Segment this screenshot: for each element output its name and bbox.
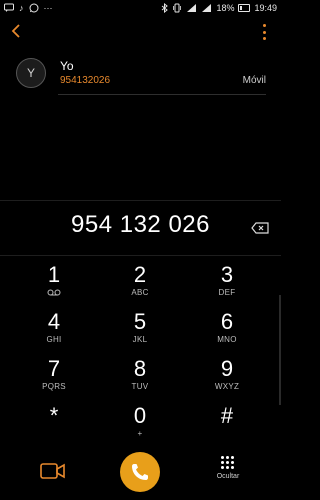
phone-icon	[132, 464, 148, 480]
key-digit: *	[49, 403, 59, 428]
key-digit: 6	[220, 309, 234, 334]
battery-percent: 18%	[216, 3, 235, 13]
key-letters: GHI	[46, 335, 62, 344]
key-1[interactable]: 1	[24, 262, 84, 306]
key-letters: MNO	[217, 335, 237, 344]
key-digit: 3	[220, 262, 234, 287]
contact-name: Yo	[60, 59, 74, 73]
key-letters: PQRS	[42, 382, 66, 391]
video-camera-icon	[40, 463, 65, 479]
more-vert-icon	[262, 24, 266, 27]
scrollbar[interactable]	[279, 295, 281, 405]
voicemail-icon	[24, 288, 84, 298]
key-digit: #	[220, 403, 234, 428]
whatsapp-icon	[29, 3, 38, 13]
key-3[interactable]: 3 DEF	[197, 262, 257, 306]
divider	[58, 94, 266, 95]
number-display: 954 132 026	[0, 200, 281, 256]
key-letters: ABC	[131, 288, 149, 297]
more-options-button[interactable]	[261, 24, 267, 40]
key-star[interactable]: *	[24, 403, 84, 447]
key-digit: 5	[133, 309, 147, 334]
key-digit: 2	[133, 262, 147, 287]
key-letters: WXYZ	[214, 382, 240, 391]
backspace-icon	[251, 222, 269, 234]
hide-keypad-button[interactable]: Ocultar	[208, 456, 248, 490]
backspace-button[interactable]	[251, 221, 269, 234]
status-right-icons: 18% 19:49	[161, 1, 277, 15]
contact-suggestion[interactable]: Y Yo 954132026 Móvil	[0, 58, 281, 98]
key-digit: 8	[133, 356, 147, 381]
chevron-left-icon	[11, 24, 20, 38]
more-notifications-icon: ···	[43, 3, 53, 13]
back-button[interactable]	[10, 22, 30, 44]
key-digit: 0	[133, 403, 147, 428]
avatar: Y	[16, 58, 46, 88]
key-digit: 4	[47, 309, 61, 334]
wifi-signal-icon	[187, 4, 197, 12]
status-bar: ♪ ··· 18% 19:49	[0, 0, 281, 16]
dialed-number[interactable]: 954 132 026	[0, 211, 281, 239]
battery-icon	[238, 4, 251, 12]
key-6[interactable]: 6 MNO	[197, 309, 257, 353]
key-2[interactable]: 2 ABC	[110, 262, 170, 306]
dialpad-icon	[221, 456, 235, 470]
key-letters: +	[137, 429, 143, 438]
key-letters: TUV	[131, 382, 149, 391]
music-note-icon: ♪	[19, 3, 24, 13]
contact-number: 954132026	[60, 75, 111, 86]
vibrate-icon	[173, 3, 182, 13]
key-letters: DEF	[218, 288, 236, 297]
bluetooth-icon	[162, 3, 169, 13]
key-0[interactable]: 0 +	[110, 403, 170, 447]
key-9[interactable]: 9 WXYZ	[197, 356, 257, 400]
dialer-header	[0, 20, 281, 48]
hide-keypad-label: Ocultar	[216, 473, 240, 480]
dialer-bottom-bar: Ocultar	[0, 450, 281, 494]
status-left-icons: ♪ ···	[4, 1, 53, 15]
clock: 19:49	[254, 3, 277, 13]
key-8[interactable]: 8 TUV	[110, 356, 170, 400]
call-button[interactable]	[120, 452, 160, 492]
cell-signal-icon	[202, 4, 212, 12]
key-digit: 7	[47, 356, 61, 381]
contact-number-type: Móvil	[242, 75, 266, 86]
key-letters: JKL	[132, 335, 148, 344]
key-4[interactable]: 4 GHI	[24, 309, 84, 353]
key-hash[interactable]: #	[197, 403, 257, 447]
key-digit: 9	[220, 356, 234, 381]
key-5[interactable]: 5 JKL	[110, 309, 170, 353]
key-7[interactable]: 7 PQRS	[24, 356, 84, 400]
key-digit: 1	[47, 262, 61, 287]
video-call-button[interactable]	[40, 462, 66, 480]
message-icon	[4, 3, 14, 12]
